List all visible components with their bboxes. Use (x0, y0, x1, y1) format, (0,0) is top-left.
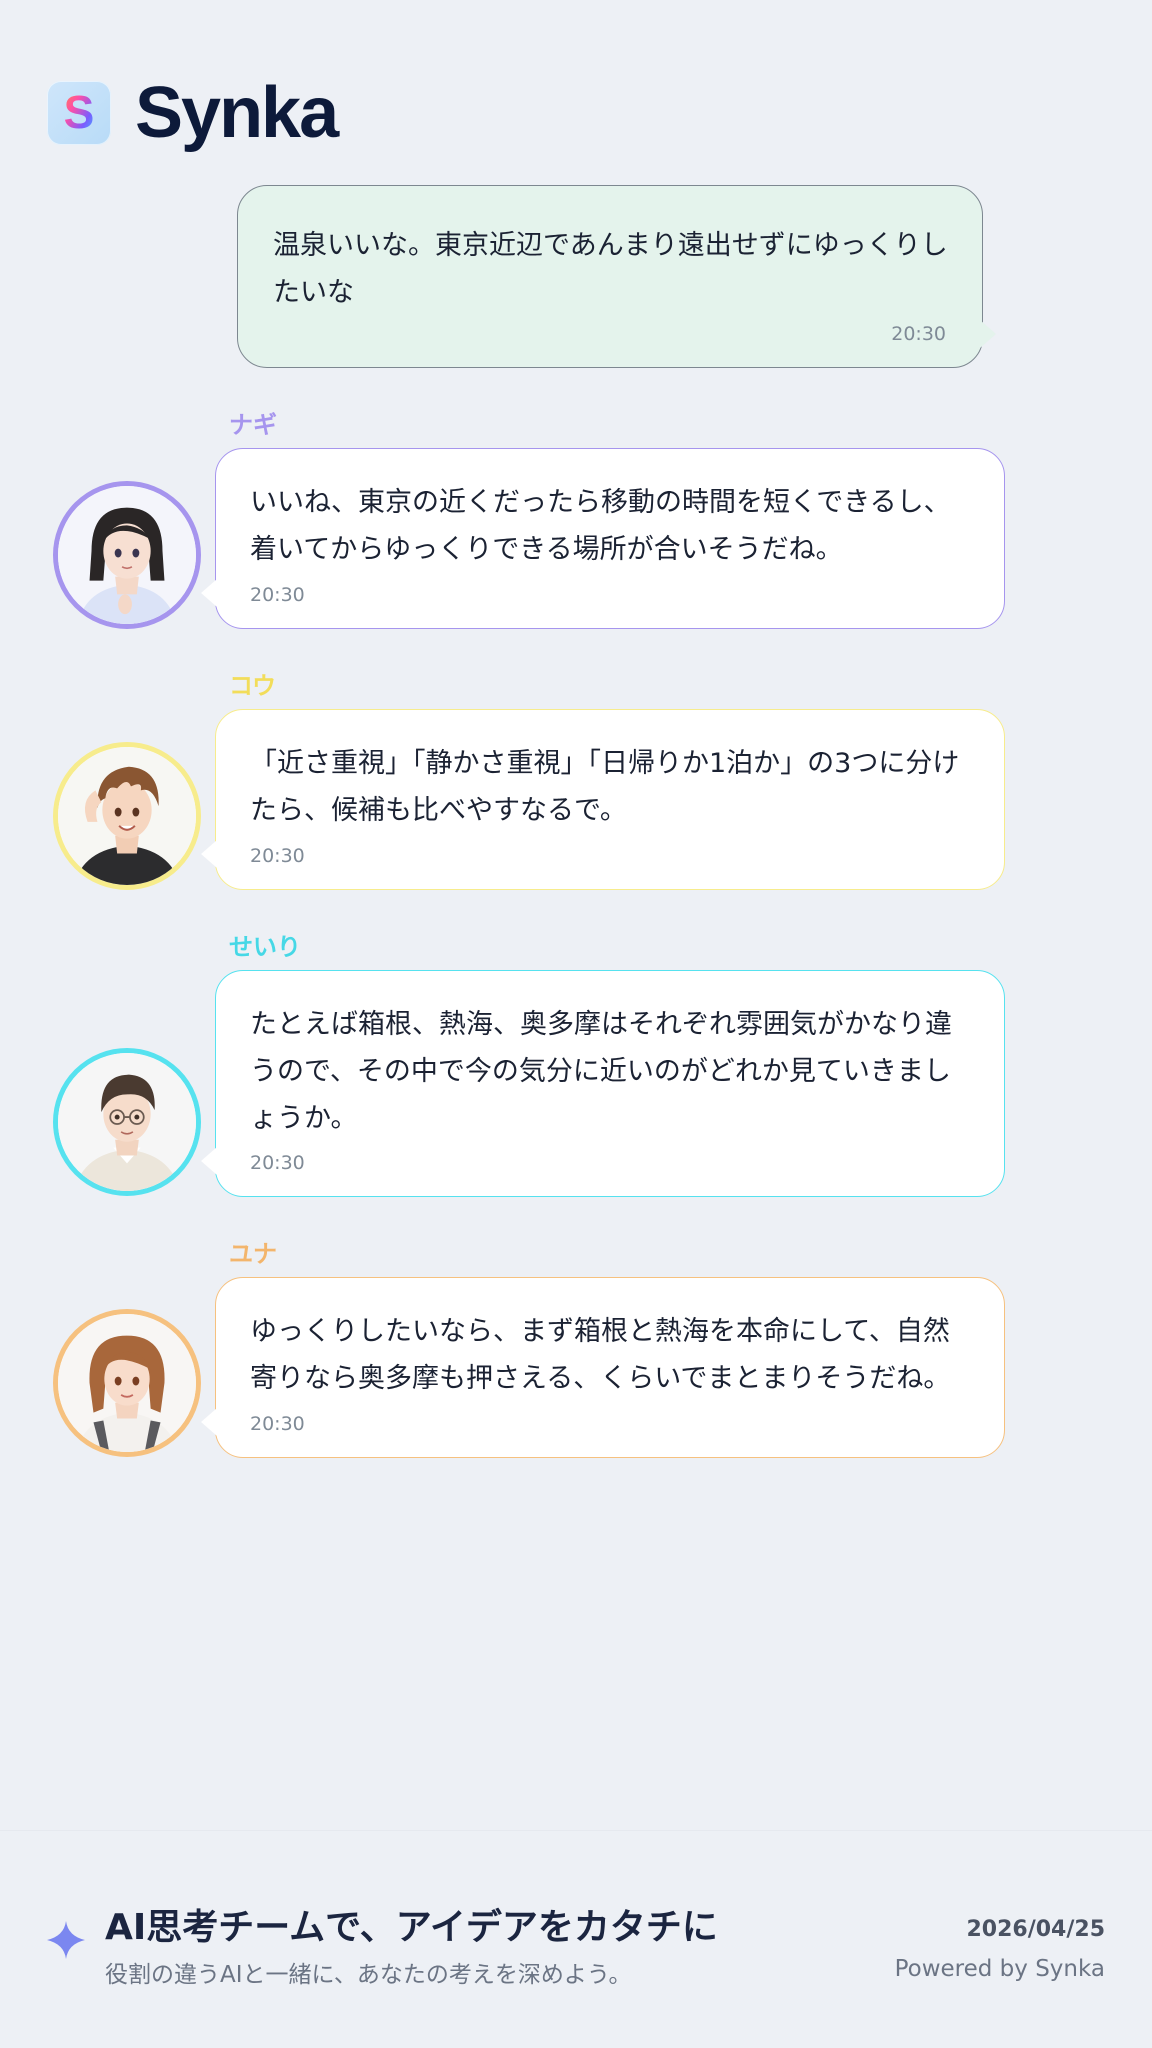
kou-avatar-icon (53, 742, 201, 890)
user-message-time: 20:30 (891, 323, 946, 345)
user-bubble-tail (980, 320, 996, 348)
footer-date: 2026/04/25 (966, 1917, 1105, 1942)
agent-message-text: 「近さ重視」「静かさ重視」「日帰りか1泊か」の3つに分けたら、候補も比べやすなる… (250, 748, 960, 826)
synka-s-logo-icon: S (47, 81, 111, 145)
agent-message-text: ゆっくりしたいなら、まず箱根と熱海を本命にして、自然寄りなら奥多摩も押さえる、く… (250, 1316, 951, 1394)
bubble-tail (201, 840, 217, 868)
agent-message-text: たとえば箱根、熱海、奥多摩はそれぞれ雰囲気がかなり違うので、その中で今の気分に近… (250, 1009, 952, 1134)
agent-message-time: 20:30 (250, 1413, 305, 1435)
footer-title: AI思考チームで、アイデアをカタチに (105, 1907, 718, 1948)
footer-divider (0, 1830, 1152, 1831)
agent-message-bubble-seiri: たとえば箱根、熱海、奥多摩はそれぞれ雰囲気がかなり違うので、その中で今の気分に近… (215, 970, 1005, 1197)
agent-message-time: 20:30 (250, 845, 305, 867)
agent-name-yuna: ユナ (229, 1240, 277, 1268)
bubble-tail (201, 1408, 217, 1436)
yuna-avatar-icon (53, 1309, 201, 1457)
agent-message-text: いいね、東京の近くだったら移動の時間を短くできるし、着いてからゆっくりできる場所… (250, 487, 951, 565)
sparkle-icon (47, 1921, 85, 1959)
agent-name-kou: コウ (229, 672, 277, 700)
bubble-tail (201, 579, 217, 607)
agent-name-seiri: せいり (229, 933, 301, 961)
app-header: S Synka (47, 73, 339, 153)
svg-text:S: S (64, 88, 95, 138)
footer-subtitle: 役割の違うAIと一緒に、あなたの考えを深めよう。 (105, 1962, 632, 1988)
user-message-text: 温泉いいな。東京近辺であんまり遠出せずにゆっくりしたいな (273, 230, 948, 308)
agent-message-bubble-yuna: ゆっくりしたいなら、まず箱根と熱海を本命にして、自然寄りなら奥多摩も押さえる、く… (215, 1277, 1005, 1458)
agent-name-nagi: ナギ (229, 411, 277, 439)
seiri-avatar-icon (53, 1048, 201, 1196)
agent-message-bubble-kou: 「近さ重視」「静かさ重視」「日帰りか1泊か」の3つに分けたら、候補も比べやすなる… (215, 709, 1005, 890)
agent-message-time: 20:30 (250, 1152, 305, 1174)
bubble-tail (201, 1147, 217, 1175)
agent-message-time: 20:30 (250, 584, 305, 606)
brand-name: Synka (135, 73, 339, 153)
user-message-bubble: 温泉いいな。東京近辺であんまり遠出せずにゆっくりしたいな 20:30 (237, 185, 983, 368)
nagi-avatar-icon (53, 481, 201, 629)
powered-by: Powered by Synka (894, 1956, 1105, 1982)
agent-message-bubble-nagi: いいね、東京の近くだったら移動の時間を短くできるし、着いてからゆっくりできる場所… (215, 448, 1005, 629)
